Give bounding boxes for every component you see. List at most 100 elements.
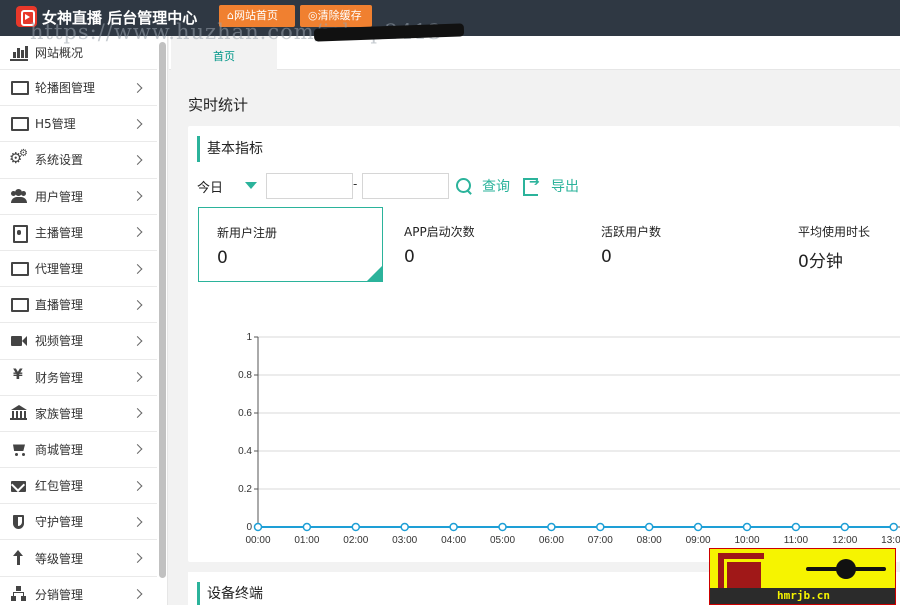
stat-value: 0 xyxy=(404,247,415,267)
bar-chart-icon xyxy=(10,45,28,61)
corner-watermark-logo: hmrjb.cn xyxy=(709,548,896,605)
stat-label: APP启动次数 xyxy=(404,225,475,239)
sidebar-item-label: 分销管理 xyxy=(35,587,84,602)
query-button[interactable]: 查询 xyxy=(456,173,510,199)
sidebar-item-label: 视频管理 xyxy=(35,334,84,349)
sidebar-item-anchors[interactable]: 主播管理 xyxy=(0,215,157,251)
stat-card-avg-duration[interactable]: 平均使用时长 0分钟 xyxy=(780,207,900,282)
x-tick-label: 03:00 xyxy=(392,535,417,546)
x-tick-label: 01:00 xyxy=(294,535,319,546)
monitor-icon xyxy=(10,261,29,277)
sitemap-icon xyxy=(10,586,28,602)
chevron-right-icon xyxy=(132,372,143,383)
sidebar-item-shop[interactable]: 商城管理 xyxy=(0,432,157,469)
page-title: 实时统计 xyxy=(188,96,249,114)
shield-icon xyxy=(10,514,28,530)
monitor-icon xyxy=(10,116,29,132)
sidebar-item-h5[interactable]: H5管理 xyxy=(0,106,157,143)
data-point xyxy=(742,522,752,532)
chevron-right-icon xyxy=(132,516,143,527)
x-tick-label: 02:00 xyxy=(343,535,368,546)
x-tick-label: 06:00 xyxy=(539,535,564,546)
data-point xyxy=(840,522,850,532)
sidebar-item-label: 代理管理 xyxy=(35,262,84,277)
sidebar-item-label: 财务管理 xyxy=(35,370,84,385)
video-icon xyxy=(10,333,28,349)
export-button[interactable]: 导出 xyxy=(523,173,579,199)
y-tick-label: 0 xyxy=(246,522,252,533)
x-tick-label: 13:00 xyxy=(881,535,900,546)
sidebar-item-users[interactable]: 用户管理 xyxy=(0,179,157,215)
sidebar-item-label: H5管理 xyxy=(35,117,76,132)
chevron-right-icon xyxy=(132,227,143,238)
data-point xyxy=(351,522,361,532)
sidebar-item-finance[interactable]: 财务管理 xyxy=(0,360,157,396)
chevron-right-icon xyxy=(132,335,143,346)
data-point xyxy=(596,522,605,532)
sidebar-item-live[interactable]: 直播管理 xyxy=(0,287,157,324)
sidebar-item-settings[interactable]: 系统设置 xyxy=(0,142,157,179)
line-chart: 0 0.2 0.4 0.6 0.8 1 00:00 01:00 02:00 03:00 04:00 0… xyxy=(238,332,900,546)
chevron-right-icon xyxy=(132,82,143,93)
chevron-right-icon xyxy=(132,155,143,165)
monitor-icon xyxy=(10,297,29,313)
sidebar-item-label: 守护管理 xyxy=(35,515,84,530)
x-tick-label: 11:00 xyxy=(784,535,809,546)
sidebar-item-label: 轮播图管理 xyxy=(35,81,96,96)
stat-card-active-users[interactable]: 活跃用户数 0 xyxy=(583,207,768,282)
section-title: 基本指标 xyxy=(197,136,263,162)
x-tick-label: 00:00 xyxy=(245,535,270,546)
y-tick-label: 0.4 xyxy=(238,446,252,457)
data-point xyxy=(889,522,898,532)
sidebar-item-label: 主播管理 xyxy=(35,225,84,240)
sidebar-item-family[interactable]: 家族管理 xyxy=(0,396,157,432)
envelope-icon xyxy=(10,478,28,494)
stat-value: 0 xyxy=(601,247,612,267)
query-label: 查询 xyxy=(482,179,510,195)
start-date-input[interactable] xyxy=(266,173,353,199)
y-tick-label: 1 xyxy=(246,332,252,343)
export-icon xyxy=(523,175,541,196)
x-tick-label: 12:00 xyxy=(832,535,857,546)
chevron-right-icon xyxy=(132,444,143,455)
stat-card-app-launches[interactable]: APP启动次数 0 xyxy=(386,207,571,282)
tab-home-label: 首页 xyxy=(213,50,235,63)
y-tick-label: 0.2 xyxy=(238,484,252,495)
x-tick-label: 08:00 xyxy=(637,535,662,546)
sidebar-item-label: 商城管理 xyxy=(35,442,84,457)
arrow-up-icon xyxy=(10,550,28,566)
sidebar-item-carousel[interactable]: 轮播图管理 xyxy=(0,70,157,107)
x-tick-label: 09:00 xyxy=(686,535,711,546)
data-point xyxy=(498,522,507,532)
monitor-icon xyxy=(10,80,29,96)
stat-value: 0分钟 xyxy=(798,252,843,272)
end-date-input[interactable] xyxy=(362,173,449,199)
sidebar-item-label: 用户管理 xyxy=(35,189,84,204)
sidebar-item-label: 家族管理 xyxy=(35,406,84,421)
gears-icon xyxy=(9,148,28,168)
stat-card-new-users[interactable]: 新用户注册 0 xyxy=(198,207,383,282)
section-title: 设备终端 xyxy=(197,582,263,605)
sidebar-item-videos[interactable]: 视频管理 xyxy=(0,323,157,360)
sidebar-item-label: 网站概况 xyxy=(35,46,84,60)
stat-value: 0 xyxy=(217,248,228,268)
data-point xyxy=(693,522,703,532)
sidebar-item-levels[interactable]: 等级管理 xyxy=(0,540,157,577)
badge-icon xyxy=(10,224,28,244)
sidebar-item-label: 直播管理 xyxy=(35,298,84,313)
chevron-right-icon xyxy=(132,553,143,563)
caret-down-icon[interactable] xyxy=(245,182,257,189)
chevron-right-icon xyxy=(132,263,143,274)
watermark-site-text: hmrjb.cn xyxy=(710,588,895,604)
sidebar-scrollbar[interactable] xyxy=(159,42,166,578)
x-tick-label: 07:00 xyxy=(588,535,613,546)
search-icon xyxy=(456,178,472,194)
data-point xyxy=(400,522,409,532)
cart-icon xyxy=(10,441,28,457)
y-tick-label: 0.8 xyxy=(238,370,252,381)
sidebar-item-distribution[interactable]: 分销管理 xyxy=(0,577,157,605)
sidebar-item-redpacket[interactable]: 红包管理 xyxy=(0,468,157,505)
sidebar-item-agents[interactable]: 代理管理 xyxy=(0,251,157,288)
period-select[interactable]: 今日 xyxy=(197,177,223,196)
sidebar-item-guard[interactable]: 守护管理 xyxy=(0,504,157,541)
